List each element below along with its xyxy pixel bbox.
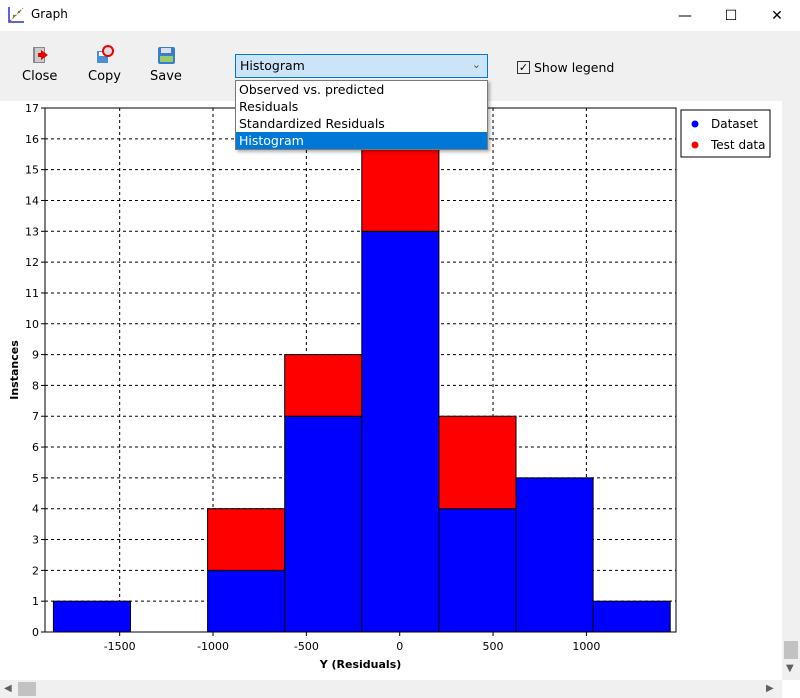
y-tick-label: 13 [25, 225, 39, 238]
x-axis-label: Y (Residuals) [319, 658, 402, 671]
y-tick-label: 10 [25, 318, 39, 331]
x-tick-label: -1500 [104, 640, 136, 653]
y-tick-label: 8 [32, 379, 39, 392]
vertical-scroll-thumb[interactable] [784, 641, 798, 659]
close-button[interactable]: Close [22, 45, 57, 84]
y-tick-label: 1 [32, 595, 39, 608]
option-observed-vs-predicted[interactable]: Observed vs. predicted [236, 81, 487, 98]
y-tick-label: 15 [25, 164, 39, 177]
vertical-scrollbar[interactable]: ▼ [782, 101, 800, 680]
legend-label-1: Test data [710, 138, 765, 152]
close-window-button[interactable]: ✕ [754, 0, 800, 31]
legend-label-0: Dataset [711, 117, 758, 131]
copy-button[interactable]: Copy [88, 45, 121, 84]
chart-type-dropdown: Observed vs. predicted Residuals Standar… [235, 80, 488, 150]
bar-test-data [361, 138, 440, 232]
chart-type-select[interactable]: Histogram ⌄ [235, 54, 488, 78]
y-tick-label: 6 [32, 441, 39, 454]
x-tick-label: 1000 [572, 640, 600, 653]
bar-test-data [438, 415, 517, 510]
y-tick-label: 12 [25, 256, 39, 269]
horizontal-scrollbar[interactable]: ◀ ▶ [0, 680, 782, 698]
show-legend-checkbox[interactable]: ✓ Show legend [517, 60, 614, 75]
histogram-chart: -1500 -1000 -500 0 500 1000012345678910111213… [8, 102, 771, 671]
y-axis-label: Instances [8, 340, 21, 400]
bar-test-data [207, 508, 286, 571]
legend-marker-1 [691, 141, 699, 149]
save-button[interactable]: Save [150, 45, 182, 84]
y-tick-label: 9 [32, 349, 39, 362]
x-tick-label: -500 [294, 640, 319, 653]
window-title: Graph [31, 7, 68, 21]
show-legend-label: Show legend [534, 60, 615, 75]
y-tick-label: 0 [32, 626, 39, 639]
y-tick-label: 14 [25, 194, 39, 207]
x-tick-label: 0 [396, 640, 403, 653]
y-tick-label: 11 [25, 287, 39, 300]
scroll-down-arrow-icon[interactable]: ▼ [786, 663, 794, 674]
chart-type-selected: Histogram [240, 58, 305, 73]
legend-marker-0 [691, 120, 699, 128]
option-residuals[interactable]: Residuals [236, 98, 487, 115]
bar-dataset [438, 508, 517, 633]
copy-icon [97, 45, 115, 63]
bar-dataset [284, 415, 363, 633]
y-tick-label: 17 [25, 102, 39, 115]
close-label: Close [22, 69, 58, 84]
maximize-button[interactable]: ☐ [708, 0, 754, 31]
save-label: Save [150, 69, 182, 84]
checkmark-icon: ✓ [517, 61, 530, 74]
bar-test-data [284, 354, 363, 417]
title-bar: Graph — ☐ ✕ [0, 0, 800, 31]
minimize-button[interactable]: — [662, 0, 708, 31]
option-standardized-residuals[interactable]: Standardized Residuals [236, 115, 487, 132]
graph-app-icon [8, 7, 24, 23]
scroll-right-arrow-icon[interactable]: ▶ [766, 683, 774, 694]
bar-dataset [592, 600, 671, 633]
bar-dataset [207, 569, 286, 633]
save-disk-icon [157, 47, 175, 64]
x-tick-label: -1000 [197, 640, 229, 653]
y-tick-label: 2 [32, 564, 39, 577]
bar-dataset [515, 477, 594, 633]
y-tick-label: 16 [25, 133, 39, 146]
chevron-down-icon: ⌄ [471, 58, 481, 71]
horizontal-scroll-thumb[interactable] [18, 682, 36, 696]
scroll-left-arrow-icon[interactable]: ◀ [4, 683, 12, 694]
y-tick-label: 3 [32, 534, 39, 547]
y-tick-label: 4 [32, 503, 39, 516]
close-door-icon [32, 47, 48, 63]
y-tick-label: 5 [32, 472, 39, 485]
bar-dataset [361, 230, 440, 633]
x-tick-label: 500 [483, 640, 504, 653]
bar-dataset [52, 600, 132, 633]
option-histogram[interactable]: Histogram [236, 132, 487, 149]
y-tick-label: 7 [32, 410, 39, 423]
copy-label: Copy [88, 69, 121, 84]
